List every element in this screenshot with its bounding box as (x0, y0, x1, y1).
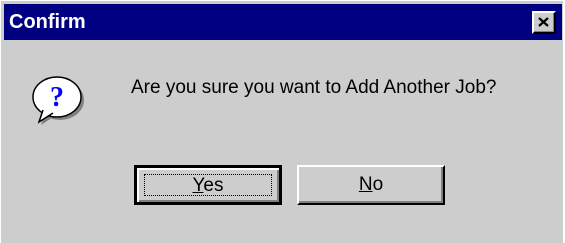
yes-accelerator: Y (192, 175, 204, 196)
no-button-label: No (359, 174, 383, 195)
yes-button[interactable]: Yes (134, 165, 282, 205)
dialog-title: Confirm (9, 11, 86, 33)
yes-label-rest: es (203, 175, 224, 196)
yes-button-label: Yes (192, 175, 223, 196)
no-accelerator: N (358, 174, 373, 195)
no-button[interactable]: No (297, 165, 445, 205)
svg-text:?: ? (50, 82, 64, 113)
message-text: Are you sure you want to Add Another Job… (131, 77, 497, 98)
no-label-rest: o (372, 174, 384, 195)
confirm-dialog: Confirm ? Are you sure you want to Add A… (0, 0, 565, 243)
close-icon (538, 17, 549, 27)
title-bar[interactable]: Confirm (4, 4, 562, 40)
question-icon: ? (32, 76, 84, 125)
close-button[interactable] (532, 11, 556, 34)
